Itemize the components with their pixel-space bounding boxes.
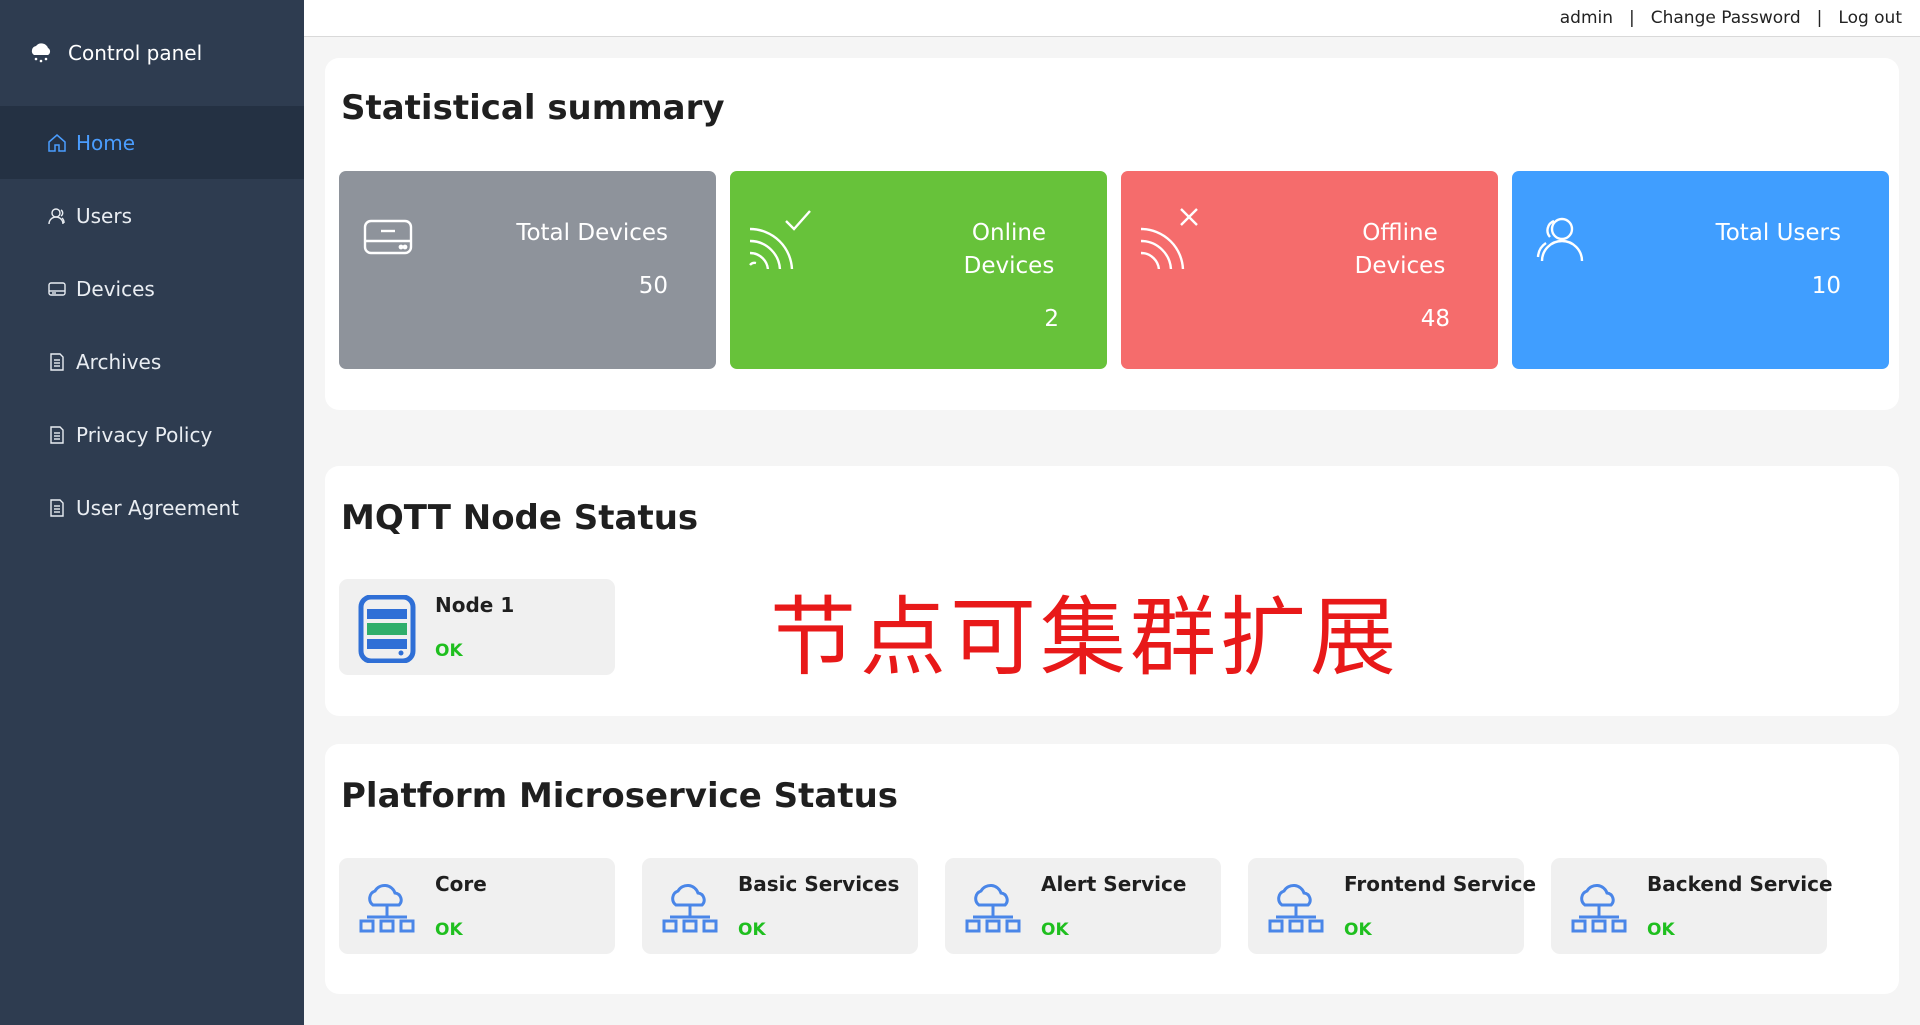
microservice-panel: Platform Microservice Status Core OK Bas…: [325, 744, 1899, 994]
service-card-backend[interactable]: Backend Service OK: [1551, 858, 1833, 954]
user-menu-link[interactable]: admin: [1560, 8, 1613, 28]
topbar: admin | Change Password | Log out: [304, 0, 1920, 37]
service-status: OK: [1041, 920, 1069, 940]
service-status: OK: [435, 920, 463, 940]
cloud-network-icon: [1569, 878, 1629, 938]
microservice-title: Platform Microservice Status: [341, 776, 899, 816]
signal-cross-icon: [1137, 205, 1207, 273]
service-card-core[interactable]: Core OK: [339, 858, 615, 954]
sidebar-item-archives[interactable]: Archives: [0, 325, 304, 398]
device-icon: [46, 278, 68, 300]
service-name: Basic Services: [738, 872, 900, 896]
stat-value: 2: [1044, 306, 1059, 332]
node-name: Node 1: [435, 593, 515, 617]
mqtt-panel: MQTT Node Status Node 1 OK 节点可集群扩展: [325, 466, 1899, 716]
document-icon: [46, 351, 68, 373]
service-status: OK: [1647, 920, 1675, 940]
cloud-network-icon: [1266, 878, 1326, 938]
summary-title: Statistical summary: [341, 88, 725, 128]
service-name: Backend Service: [1647, 872, 1833, 896]
service-card-basic[interactable]: Basic Services OK: [642, 858, 918, 954]
service-name: Core: [435, 872, 487, 896]
sidebar-item-label: User Agreement: [76, 495, 240, 520]
sidebar-item-label: Privacy Policy: [76, 422, 213, 447]
cloud-logo-icon: [28, 42, 54, 64]
service-card-alert[interactable]: Alert Service OK: [945, 858, 1221, 954]
stat-label: Total Users: [1715, 220, 1841, 246]
sidebar-item-users[interactable]: Users: [0, 179, 304, 252]
sidebar-item-home[interactable]: Home: [0, 106, 304, 179]
stat-value: 50: [638, 273, 668, 299]
user-icon: [46, 205, 68, 227]
stat-label: Offline Devices: [1354, 220, 1446, 279]
sidebar-item-label: Devices: [76, 276, 155, 301]
brand-title: Control panel: [68, 41, 203, 65]
cloud-network-icon: [963, 878, 1023, 938]
mqtt-title: MQTT Node Status: [341, 498, 699, 538]
stat-card-offline-devices[interactable]: Offline Devices 48: [1121, 171, 1498, 369]
sidebar-item-user-agreement[interactable]: User Agreement: [0, 471, 304, 544]
document-icon: [46, 424, 68, 446]
server-icon: [357, 595, 417, 663]
node-card[interactable]: Node 1 OK: [339, 579, 615, 675]
signal-check-icon: [746, 205, 816, 273]
stat-card-total-devices[interactable]: Total Devices 50: [339, 171, 716, 369]
sidebar-item-label: Home: [76, 130, 136, 155]
stat-card-online-devices[interactable]: Online Devices 2: [730, 171, 1107, 369]
service-status: OK: [738, 920, 766, 940]
sidebar-item-label: Archives: [76, 349, 162, 374]
sidebar-item-devices[interactable]: Devices: [0, 252, 304, 325]
stat-value: 48: [1420, 306, 1450, 332]
stat-label: Online Devices: [963, 220, 1055, 279]
logout-link[interactable]: Log out: [1838, 8, 1902, 28]
document-icon: [46, 497, 68, 519]
summary-panel: Statistical summary Total Devices 50 Onl…: [325, 58, 1899, 410]
separator: |: [1629, 8, 1635, 28]
brand[interactable]: Control panel: [0, 0, 304, 106]
service-name: Alert Service: [1041, 872, 1187, 896]
stat-value: 10: [1811, 273, 1841, 299]
service-name: Frontend Service: [1344, 872, 1537, 896]
stat-label: Total Devices: [516, 220, 668, 246]
service-card-frontend[interactable]: Frontend Service OK: [1248, 858, 1536, 954]
home-icon: [46, 132, 68, 154]
service-status: OK: [1344, 920, 1372, 940]
separator: |: [1816, 8, 1823, 28]
stat-card-total-users[interactable]: Total Users 10: [1512, 171, 1889, 369]
sidebar: Control panel Home Users Devices Archive…: [0, 0, 304, 1025]
cloud-network-icon: [660, 878, 720, 938]
drive-icon: [363, 217, 413, 261]
sidebar-item-label: Users: [76, 203, 133, 228]
cloud-network-icon: [357, 878, 417, 938]
node-status: OK: [435, 641, 463, 661]
overlay-annotation: 节点可集群扩展: [770, 588, 1400, 688]
change-password-link[interactable]: Change Password: [1651, 8, 1801, 28]
sidebar-item-privacy-policy[interactable]: Privacy Policy: [0, 398, 304, 471]
users-icon: [1534, 213, 1594, 267]
